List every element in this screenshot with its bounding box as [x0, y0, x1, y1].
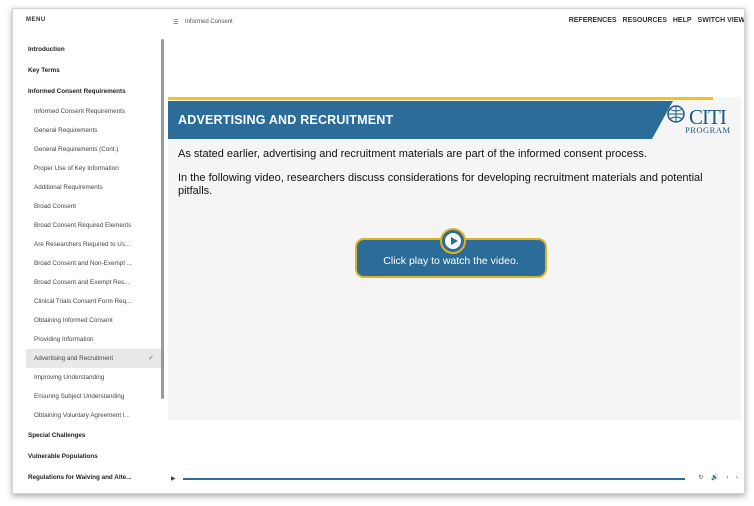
menu-list: Introduction Key Terms Informed Consent Re…: [26, 39, 164, 488]
menu-section[interactable]: Vulnerable Populations: [26, 446, 164, 467]
menu-item-label: Obtaining Informed Consent: [34, 317, 113, 324]
menu-item-label: Broad Consent Required Elements: [34, 222, 132, 229]
nav-references[interactable]: REFERENCES: [569, 17, 617, 24]
play-label: Click play to watch the video.: [383, 255, 519, 267]
menu-item-label: Broad Consent and Non-Exempt ...: [34, 260, 133, 267]
slide-banner: ADVERTISING AND RECRUITMENT CITI PROGRAM: [168, 101, 741, 139]
sidebar-menu: MENU Introduction Key Terms Informed Conse…: [26, 9, 164, 489]
menu-item[interactable]: Advertising and Recruitment ✓: [26, 349, 164, 368]
play-icon-circle: [445, 233, 461, 249]
top-nav: REFERENCES RESOURCES HELP SWITCH VIEW: [569, 17, 744, 24]
check-icon: ✓: [148, 355, 154, 362]
top-bar: ☰ Informed Consent REFERENCES RESOURCES …: [171, 17, 744, 31]
player-control-icons[interactable]: ↻ 🔊 ‹ ›: [699, 474, 742, 481]
nav-resources[interactable]: RESOURCES: [623, 17, 667, 24]
menu-item-label: Improving Understanding: [34, 374, 105, 381]
menu-item-label: Broad Consent: [34, 203, 77, 210]
menu-item[interactable]: Clinical Trials Consent Form Req...: [26, 292, 164, 311]
menu-item-label: Informed Consent Requirements: [28, 88, 126, 95]
menu-item-label: Providing Information: [34, 336, 94, 343]
menu-item-label: Clinical Trials Consent Form Req...: [34, 298, 132, 305]
breadcrumb: Informed Consent: [185, 19, 233, 25]
player-controls: ▶ ↻ 🔊 ‹ ›: [171, 474, 744, 489]
app-window: MENU Introduction Key Terms Informed Conse…: [12, 8, 745, 494]
menu-item[interactable]: Ensuring Subject Understanding: [26, 387, 164, 406]
menu-item[interactable]: Informed Consent Requirements: [26, 102, 164, 121]
nav-switch-view[interactable]: SWITCH VIEW: [698, 17, 744, 24]
menu-item-label: Advertising and Recruitment: [34, 355, 114, 362]
menu-item[interactable]: General Requirements: [26, 121, 164, 140]
menu-item-label: General Requirements: [34, 127, 98, 134]
slide-title: ADVERTISING AND RECRUITMENT: [178, 113, 394, 127]
video-play-box[interactable]: Click play to watch the video.: [355, 228, 547, 278]
menu-item-label: Vulnerable Populations: [28, 453, 98, 460]
menu-item[interactable]: Broad Consent and Non-Exempt ...: [26, 254, 164, 273]
menu-title: MENU: [26, 17, 46, 23]
menu-section[interactable]: Informed Consent Requirements: [26, 81, 164, 102]
menu-item-label: Informed Consent Requirements: [34, 108, 126, 115]
slide-paragraph-2: In the following video, researchers disc…: [178, 172, 703, 197]
menu-section[interactable]: Key Terms: [26, 60, 164, 81]
sidebar-scrollbar[interactable]: [161, 39, 164, 399]
hamburger-icon[interactable]: ☰: [173, 19, 178, 26]
menu-section[interactable]: Introduction: [26, 39, 164, 60]
menu-section[interactable]: Special Challenges: [26, 425, 164, 446]
menu-item-label: General Requirements (Cont.): [34, 146, 119, 153]
slide-content: ADVERTISING AND RECRUITMENT CITI PROGRAM…: [168, 97, 741, 420]
slide-paragraph-1: As stated earlier, advertising and recru…: [178, 148, 647, 160]
logo-sub-text: PROGRAM: [685, 125, 731, 135]
play-button[interactable]: [440, 228, 466, 254]
menu-item-label: Regulations for Waiving and Alte...: [28, 474, 132, 481]
menu-item[interactable]: Improving Understanding: [26, 368, 164, 387]
menu-item-label: Are Researchers Required to Us...: [34, 241, 131, 248]
menu-item[interactable]: Are Researchers Required to Us...: [26, 235, 164, 254]
menu-item[interactable]: Broad Consent: [26, 197, 164, 216]
menu-item[interactable]: Additional Requirements: [26, 178, 164, 197]
menu-item[interactable]: Broad Consent and Exempt Res...: [26, 273, 164, 292]
menu-item-label: Additional Requirements: [34, 184, 103, 191]
menu-section[interactable]: Regulations for Waiving and Alte...: [26, 467, 164, 488]
menu-item[interactable]: Providing Information: [26, 330, 164, 349]
menu-item[interactable]: Obtaining Informed Consent: [26, 311, 164, 330]
player-progress-track[interactable]: [183, 478, 685, 480]
menu-item-label: Broad Consent and Exempt Res...: [34, 279, 130, 286]
globe-icon: [667, 105, 685, 123]
menu-item-label: Special Challenges: [28, 432, 86, 439]
menu-item-label: Ensuring Subject Understanding: [34, 393, 125, 400]
menu-item[interactable]: Broad Consent Required Elements: [26, 216, 164, 235]
play-icon: [451, 237, 458, 245]
menu-item[interactable]: Proper Use of Key Information: [26, 159, 164, 178]
menu-item[interactable]: General Requirements (Cont.): [26, 140, 164, 159]
banner-accent-line: [168, 97, 713, 100]
citi-logo: CITI PROGRAM: [667, 105, 739, 137]
menu-item-label: Introduction: [28, 46, 65, 53]
menu-item[interactable]: Obtaining Voluntary Agreement I...: [26, 406, 164, 425]
nav-help[interactable]: HELP: [673, 17, 692, 24]
player-play-icon[interactable]: ▶: [171, 475, 176, 482]
menu-item-label: Proper Use of Key Information: [34, 165, 119, 172]
menu-item-label: Obtaining Voluntary Agreement I...: [34, 412, 130, 419]
menu-item-label: Key Terms: [28, 67, 60, 74]
